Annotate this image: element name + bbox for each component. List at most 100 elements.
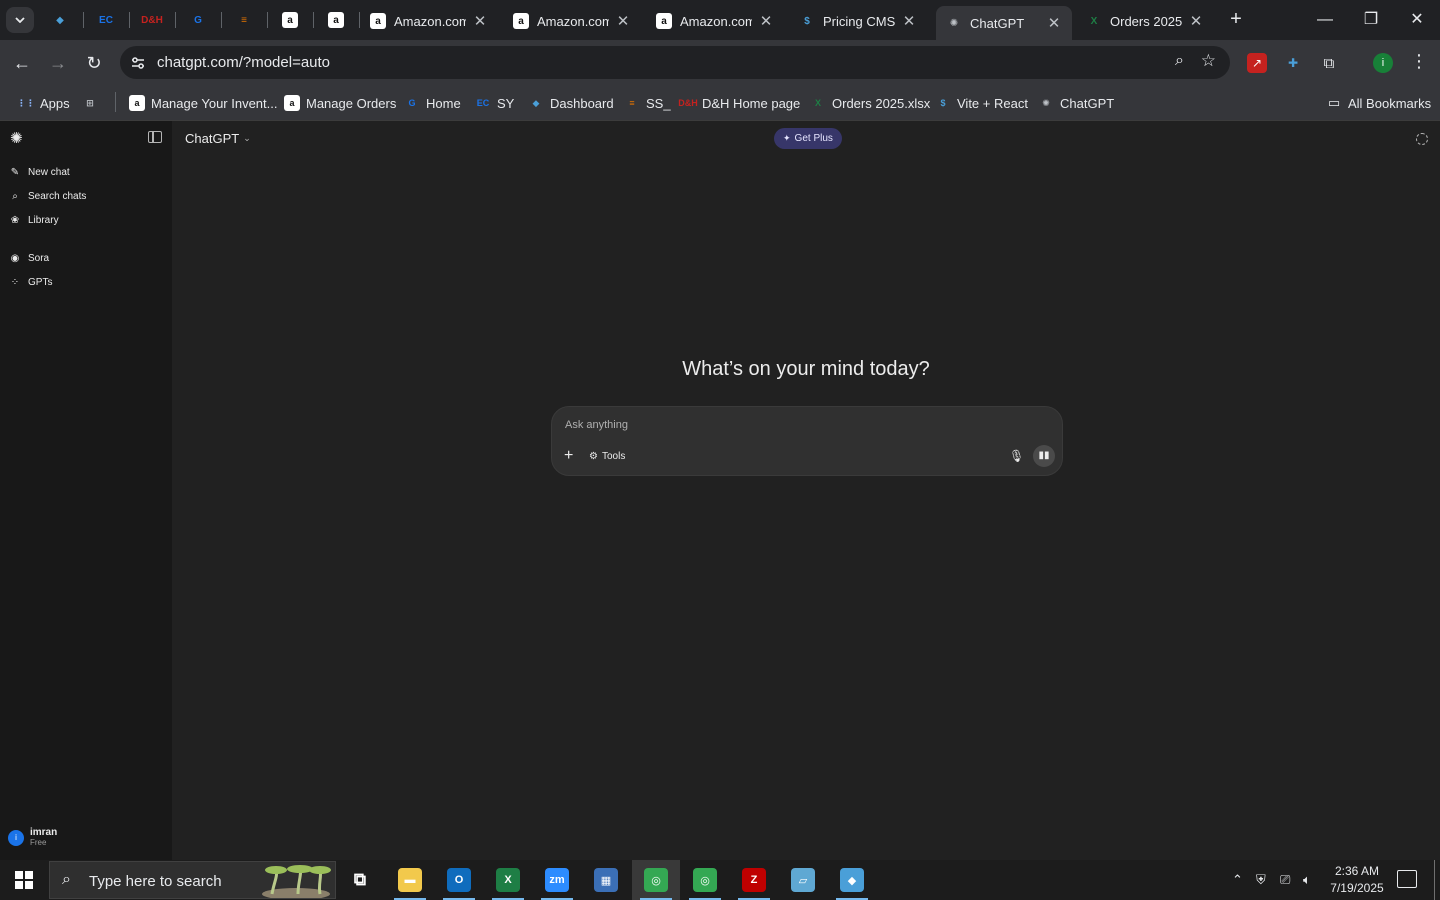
sidebar-item-library[interactable]: ❀ Library (8, 210, 59, 230)
tab-separator (221, 12, 222, 28)
filezilla-icon: Z (742, 868, 766, 892)
browser-tab[interactable]: ✺ ChatGPT ✕ (936, 6, 1072, 40)
voice-mode-icon[interactable]: ▮▮ (1033, 445, 1055, 467)
taskbar-app[interactable]: Z (730, 860, 778, 900)
taskbar-app[interactable]: ▱ (779, 860, 827, 900)
chatgpt-main: ChatGPT ⌄ ✦ Get Plus What’s on your mind… (172, 121, 1440, 860)
browser-tab[interactable]: a Amazon.com: ✕ (646, 6, 784, 36)
volume-icon[interactable]: 🔈︎ (1303, 872, 1311, 888)
taskbar-app[interactable]: ⧉ (336, 860, 384, 900)
browser-tab[interactable]: a Amazon.com: ✕ (503, 6, 641, 36)
start-button[interactable] (0, 860, 48, 900)
window-close-button[interactable]: ✕ (1394, 6, 1440, 34)
taskbar-app[interactable]: O (435, 860, 483, 900)
bookmark-item[interactable]: a Manage Orders (284, 92, 396, 114)
bookmark-item[interactable]: X Orders 2025.xlsx (810, 92, 930, 114)
restore-button[interactable]: ❐ (1348, 6, 1394, 34)
chevron-up-icon[interactable]: ⌃ (1232, 872, 1243, 888)
tab-search-button[interactable] (6, 7, 34, 33)
browser-tab[interactable]: $ Pricing CMS ✕ (789, 6, 927, 36)
microphone-icon[interactable]: 🎙︎ (1009, 449, 1024, 463)
pinned-tab[interactable]: D&H (140, 8, 164, 32)
taskbar-app[interactable]: zm (533, 860, 581, 900)
close-icon[interactable]: ✕ (1188, 12, 1204, 30)
browser-tab[interactable]: X Orders 2025.x ✕ (1076, 6, 1214, 36)
taskbar-app[interactable]: ▬ (386, 860, 434, 900)
profile-avatar[interactable]: i (1373, 53, 1393, 73)
sidebar-item-gpts[interactable]: ⁘ GPTs (8, 272, 53, 292)
network-icon[interactable]: ⎚ (1280, 872, 1290, 888)
sidebar-item-new-chat[interactable]: ✎ New chat (8, 162, 70, 182)
browser-tab[interactable]: a Amazon.com: ✕ (360, 6, 498, 36)
openai-logo-icon[interactable]: ✺ (10, 131, 26, 147)
bookmark-item[interactable]: ⋮⋮ Apps (17, 92, 70, 114)
sidebar-toggle-icon[interactable] (148, 131, 162, 143)
bookmark-star-icon[interactable]: ☆ (1201, 51, 1216, 71)
bookmark-label: Manage Your Invent... (151, 95, 278, 111)
close-icon[interactable]: ✕ (1046, 14, 1062, 32)
pinned-tab[interactable]: a (278, 8, 302, 32)
new-tab-button[interactable]: + (1224, 8, 1248, 32)
taskbar-app[interactable]: X (484, 860, 532, 900)
pinned-tab[interactable]: ◆ (48, 8, 72, 32)
bookmark-item[interactable]: $ Vite + React (935, 92, 1027, 114)
sidebar-item-search-chats[interactable]: ⌕ Search chats (8, 186, 86, 206)
all-bookmarks[interactable]: ▭ All Bookmarks (1326, 92, 1431, 114)
task-view-icon: ⧉ (353, 870, 367, 889)
pinned-tab[interactable]: G (186, 8, 210, 32)
url-text[interactable]: chatgpt.com/?model=auto (157, 54, 330, 71)
browser-menu-icon[interactable]: ⋮ (1410, 51, 1428, 72)
bookmark-item[interactable]: D&H D&H Home page (678, 92, 800, 114)
prompt-input[interactable]: Ask anything (565, 419, 628, 431)
extension-puzzle-blue-icon[interactable]: ✚ (1283, 53, 1303, 73)
extensions-icon[interactable]: ⧉ (1319, 53, 1339, 73)
close-icon[interactable]: ✕ (901, 12, 917, 30)
taskbar-search-placeholder[interactable]: Type here to search (89, 873, 222, 890)
reload-button[interactable]: ↻ (80, 49, 108, 77)
bookmark-item[interactable]: G Home (404, 92, 461, 114)
get-plus-button[interactable]: ✦ Get Plus (774, 128, 842, 149)
bookmark-item[interactable]: ◆ Dashboard (528, 92, 614, 114)
pinned-tab[interactable]: EC (94, 8, 118, 32)
close-icon[interactable]: ✕ (472, 12, 488, 30)
pinned-tab[interactable]: a (324, 8, 348, 32)
taskbar-search[interactable]: ⌕ Type here to search (49, 861, 336, 899)
bookmark-label: Home (426, 95, 461, 111)
bookmark-item[interactable]: ≡ SS_ (624, 92, 670, 114)
back-button[interactable]: ← (8, 49, 36, 77)
taskbar-app[interactable]: ◆ (828, 860, 876, 900)
sidebar-item-sora[interactable]: ◉ Sora (8, 248, 50, 268)
dh-icon: D&H (678, 98, 698, 108)
tools-button[interactable]: ⚙ Tools (589, 451, 625, 462)
composer[interactable]: Ask anything + ⚙ Tools 🎙︎ ▮▮ (551, 406, 1063, 476)
bookmark-item[interactable]: ⊞ (82, 92, 104, 114)
temporary-chat-icon[interactable] (1416, 133, 1428, 145)
close-icon[interactable]: ✕ (615, 12, 631, 30)
site-info-icon[interactable] (128, 53, 148, 73)
taskbar-app[interactable]: ◎ (632, 860, 680, 900)
bookmark-item[interactable]: ✺ ChatGPT (1038, 92, 1114, 114)
taskbar-app[interactable]: ▦ (582, 860, 630, 900)
user-name: imran (30, 827, 58, 838)
clock[interactable]: 2:36 AM 7/19/2025 (1322, 863, 1392, 897)
pinned-tab[interactable]: ≡ (232, 8, 256, 32)
forward-button[interactable]: → (44, 49, 72, 77)
address-bar[interactable]: chatgpt.com/?model=auto ⌕ ☆ (120, 46, 1230, 79)
notepad-icon: ▱ (791, 868, 815, 892)
add-attachment-icon[interactable]: + (564, 447, 573, 465)
minimize-button[interactable]: — (1302, 6, 1348, 34)
user-menu[interactable]: i imran Free (8, 827, 57, 848)
taskbar-app[interactable]: ◎ (681, 860, 729, 900)
tab-separator (175, 12, 176, 28)
zoom-icon[interactable]: ⌕ (1175, 52, 1184, 70)
notification-icon[interactable] (1397, 870, 1417, 888)
model-selector[interactable]: ChatGPT ⌄ (185, 131, 251, 146)
defender-icon[interactable]: ⛨ (1256, 872, 1266, 888)
dashboard-icon: ◆ (532, 97, 540, 108)
close-icon[interactable]: ✕ (758, 12, 774, 30)
bookmark-item[interactable]: a Manage Your Invent... (129, 92, 277, 114)
show-desktop-button[interactable] (1434, 860, 1435, 900)
bookmark-item[interactable]: EC SY (475, 92, 515, 114)
extension-arrow-icon[interactable]: ↗ (1247, 53, 1267, 73)
chatgpt-sidebar: ✺ ✎ New chat ⌕ Search chats ❀ Library ◉ Sora ⁘ GP… (0, 121, 172, 860)
